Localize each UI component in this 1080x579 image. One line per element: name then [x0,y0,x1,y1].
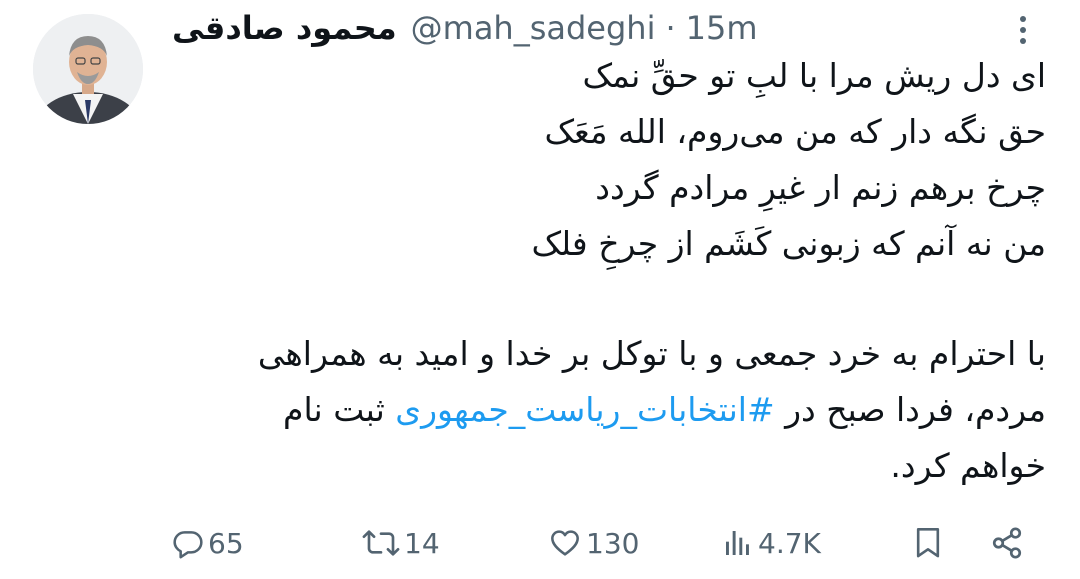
tweet-card[interactable]: محمود صادقی @mah_sadeghi · 15m ای دل ریش… [0,0,1080,579]
message-line: مردم، فردا صبح در #انتخابات_ریاست_جمهوری… [283,390,1046,429]
retweet-count: 14 [404,526,440,560]
bookmark-icon [916,527,940,558]
tweet-timestamp[interactable]: 15m [686,9,758,47]
views-icon [726,531,749,555]
poem-line: چرخ برهم زنم ار غیرِ مرادم گردد [595,168,1046,207]
reply-count: 65 [208,526,244,560]
message-line: خواهم کرد. [890,446,1046,485]
avatar[interactable] [33,14,143,124]
author-display-name[interactable]: محمود صادقی [172,9,397,47]
header-separator: · [665,9,676,47]
message-text: ثبت نام [283,390,396,429]
like-count: 130 [586,526,640,560]
message-text: مردم، فردا صبح در [774,390,1046,429]
action-bar: 65 14 130 4.7K [0,520,1080,566]
bookmark-button[interactable] [912,520,944,566]
tweet-body: ای دل ریش مرا با لبِ تو حقِّ نمک حق نگه … [166,56,1046,536]
share-button[interactable] [990,520,1024,566]
views-count: 4.7K [758,526,821,560]
tweet-header: محمود صادقی @mah_sadeghi · 15m [172,6,758,50]
more-icon[interactable] [1008,12,1038,48]
retweet-icon [362,530,400,556]
message-line: با احترام به خرد جمعی و با توکل بر خدا و… [257,334,1046,373]
views-button[interactable]: 4.7K [722,520,821,566]
reply-icon [173,531,203,559]
heart-icon [551,530,579,556]
hashtag-link[interactable]: #انتخابات_ریاست_جمهوری [395,390,774,429]
avatar-image [33,14,143,124]
poem-line: ای دل ریش مرا با لبِ تو حقِّ نمک [582,56,1046,95]
like-button[interactable]: 130 [548,520,639,566]
poem-line: من نه آنم که زبونی کَشَم از چرخِ فلک [531,224,1046,263]
author-handle[interactable]: @mah_sadeghi [411,9,656,47]
share-icon [992,527,1022,559]
reply-button[interactable]: 65 [172,520,244,566]
retweet-button[interactable]: 14 [362,520,440,566]
poem-line: حق نگه دار که من می‌روم، الله مَعَک [544,112,1046,151]
